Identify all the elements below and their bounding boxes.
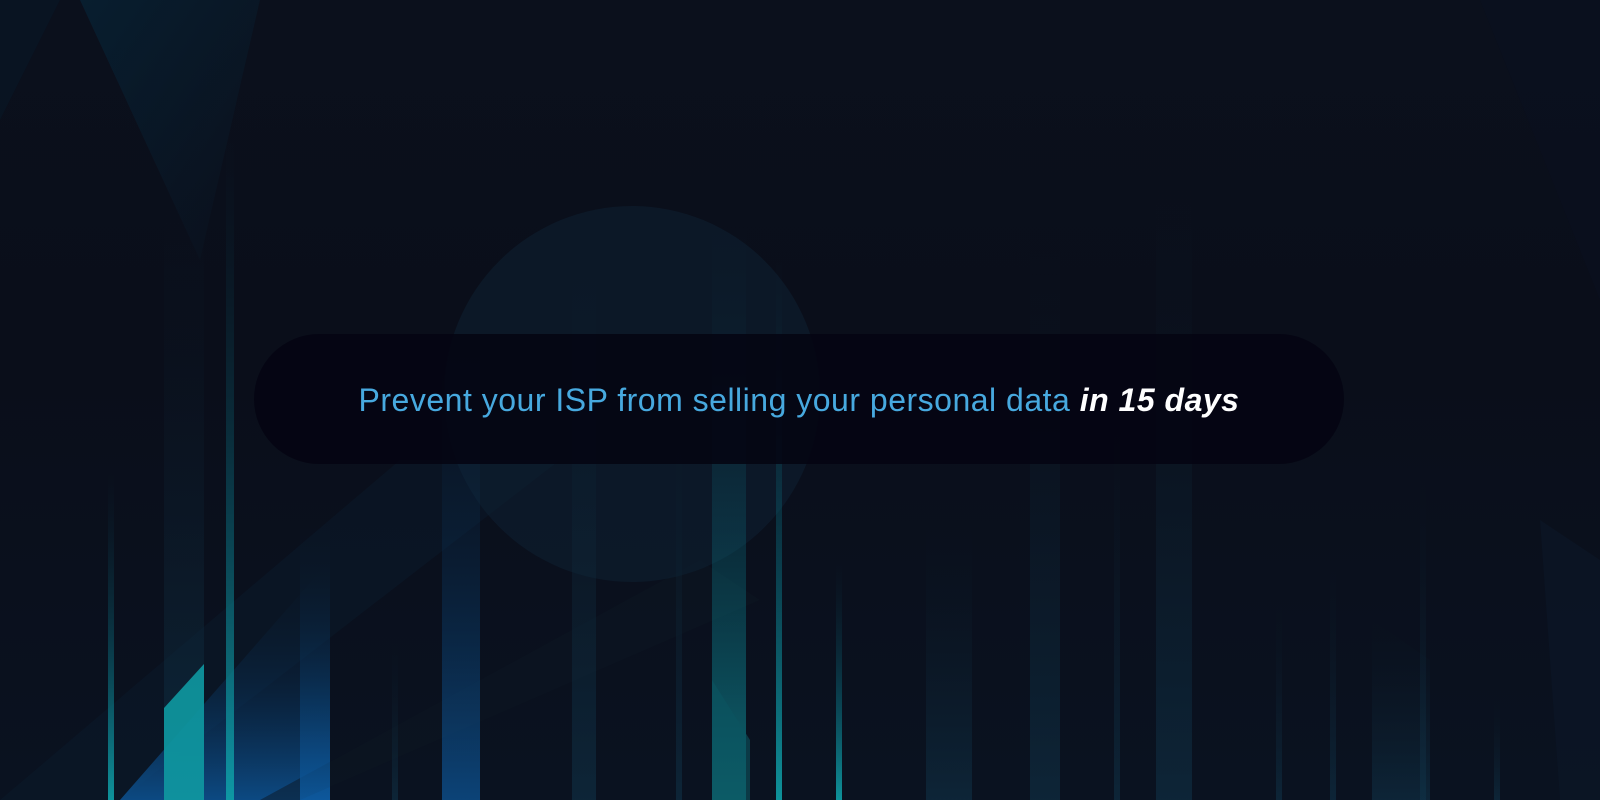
headline-main: Prevent your ISP from selling your perso… (358, 381, 1071, 418)
hero-banner: Prevent your ISP from selling your perso… (0, 0, 1600, 800)
headline-highlight: in 15 days (1079, 381, 1240, 418)
headline-pill: Prevent your ISP from selling your perso… (254, 334, 1344, 464)
headline-text: Prevent your ISP from selling your perso… (359, 380, 1240, 419)
